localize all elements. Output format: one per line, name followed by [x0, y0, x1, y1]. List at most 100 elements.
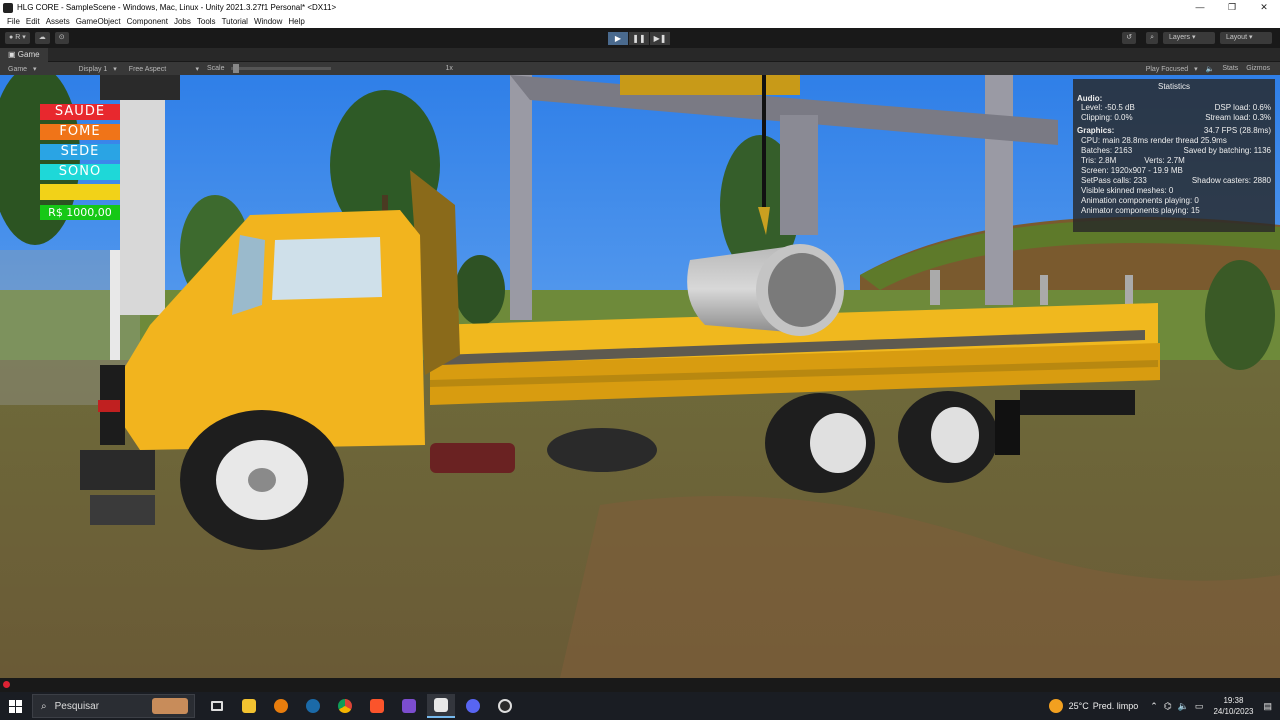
verts-stat: Verts: 2.7M — [1144, 156, 1185, 165]
weather-temp[interactable]: 25°C — [1069, 701, 1089, 711]
layout-dropdown[interactable]: Layout ▾ — [1220, 32, 1272, 44]
animator-components-stat: Animator components playing: 15 — [1081, 206, 1200, 215]
error-icon[interactable] — [3, 681, 10, 688]
taskbar-apps — [203, 694, 519, 718]
main-toolbar: ● R ▾ ☁ ⊙ ▶ ❚❚ ▶❚ ↺ ⌕ Layers ▾ Layout ▾ — [0, 28, 1280, 48]
menu-bar: File Edit Assets GameObject Component Jo… — [0, 15, 1280, 28]
setpass-row: SetPass calls: 233 Shadow casters: 2880 — [1077, 176, 1271, 186]
search-icon: ⌕ — [41, 700, 47, 712]
game-tab-strip: ▣ Game — [0, 47, 1280, 62]
network-icon[interactable]: ⌬ — [1164, 701, 1172, 712]
unity-icon[interactable] — [427, 694, 455, 718]
obs-icon[interactable] — [491, 694, 519, 718]
search-highlight-icon — [152, 698, 188, 714]
money-display: R$ 1000,00 — [40, 205, 120, 220]
menu-jobs[interactable]: Jobs — [171, 17, 194, 26]
search-placeholder: Pesquisar — [54, 700, 100, 712]
windows-taskbar: ⌕ Pesquisar 25°C Pred. limpo ⌃ ⌬ 🔈 ▭ 19:… — [0, 692, 1280, 720]
clock-time: 19:38 — [1223, 696, 1244, 705]
layers-label: Layers — [1169, 34, 1191, 41]
maximize-button[interactable]: ❐ — [1216, 0, 1248, 15]
hunger-bar: FOME — [40, 124, 120, 140]
audio-level: Level: -50.5 dB — [1081, 103, 1135, 112]
menu-window[interactable]: Window — [251, 17, 285, 26]
scale-label: Scale — [206, 65, 225, 72]
play-focused-dropdown[interactable]: Play Focused ▾ — [1138, 65, 1202, 73]
brave-icon[interactable] — [363, 694, 391, 718]
taskbar-search[interactable]: ⌕ Pesquisar — [32, 694, 195, 718]
player-status-hud: SAUDE FOME SEDE SONO — [40, 104, 120, 200]
dsp-load: DSP load: 0.6% — [1214, 103, 1271, 112]
search-icon[interactable]: ⌕ — [1146, 32, 1158, 44]
unity-status-bar — [0, 678, 1280, 692]
tab-game[interactable]: ▣ Game — [0, 47, 48, 62]
mute-audio-icon[interactable]: 🔈 — [1202, 65, 1219, 73]
unity-app-icon — [3, 2, 13, 13]
audio-row-2: Clipping: 0.0% Stream load: 0.3% — [1077, 113, 1271, 123]
battery-icon[interactable]: ▭ — [1195, 701, 1204, 712]
collab-icon[interactable]: ⊙ — [54, 32, 69, 44]
volume-icon[interactable]: 🔈 — [1178, 701, 1189, 712]
chrome-icon[interactable] — [331, 694, 359, 718]
menu-help[interactable]: Help — [285, 17, 307, 26]
saved-batching-stat: Saved by batching: 1136 — [1183, 146, 1271, 155]
game-mode-label: Game — [8, 65, 28, 73]
close-button[interactable]: ✕ — [1248, 0, 1280, 15]
energy-bar — [40, 184, 120, 200]
display-dropdown[interactable]: Display 1 ▾ — [71, 65, 121, 73]
concrete-pipe — [687, 244, 844, 336]
tris-stat: Tris: 2.8M — [1081, 156, 1117, 165]
weather-icon[interactable] — [1048, 699, 1063, 713]
layers-dropdown[interactable]: Layers ▾ — [1163, 32, 1215, 44]
scale-slider[interactable] — [231, 64, 332, 73]
gizmos-button[interactable]: Gizmos — [1242, 65, 1274, 72]
tab-game-label: Game — [17, 49, 40, 59]
menu-assets[interactable]: Assets — [43, 17, 73, 26]
minimize-button[interactable]: — — [1184, 0, 1216, 15]
weather-desc[interactable]: Pred. limpo — [1093, 701, 1139, 711]
file-explorer-icon[interactable] — [235, 694, 263, 718]
play-controls: ▶ ❚❚ ▶❚ — [608, 32, 670, 45]
fps-value: 34.7 FPS (28.8ms) — [1203, 126, 1271, 135]
menu-edit[interactable]: Edit — [23, 17, 43, 26]
menu-tutorial[interactable]: Tutorial — [219, 17, 251, 26]
step-button[interactable]: ▶❚ — [650, 32, 670, 45]
play-focused-label: Play Focused — [1145, 65, 1189, 73]
history-icon[interactable]: ↺ — [1122, 32, 1137, 44]
toolbar-right: ↺ ⌕ Layers ▾ Layout ▾ — [1117, 32, 1272, 44]
account-button[interactable]: ● R ▾ — [5, 32, 30, 44]
game-viewport[interactable]: SAUDE FOME SEDE SONO R$ 1000,00 Statisti… — [0, 75, 1280, 678]
notifications-icon[interactable]: ▤ — [1263, 701, 1272, 712]
blender-icon[interactable] — [267, 694, 295, 718]
audio-row-1: Level: -50.5 dB DSP load: 0.6% — [1077, 103, 1271, 113]
discord-icon[interactable] — [459, 694, 487, 718]
play-button[interactable]: ▶ — [608, 32, 628, 45]
pause-button[interactable]: ❚❚ — [629, 32, 649, 45]
cloud-icon[interactable]: ☁ — [34, 32, 50, 44]
menu-tools[interactable]: Tools — [194, 17, 219, 26]
stats-button[interactable]: Stats — [1218, 65, 1242, 72]
game-view-controls: Game ▾ Display 1 ▾ Free Aspect ▾ Scale 1… — [0, 62, 1280, 75]
tris-row: Tris: 2.8M Verts: 2.7M — [1077, 156, 1271, 166]
audio-header: Audio: — [1077, 94, 1103, 103]
shadow-casters-stat: Shadow casters: 2880 — [1191, 176, 1271, 185]
window-titlebar: HLG CORE - SampleScene - Windows, Mac, L… — [0, 0, 1280, 15]
task-view-icon[interactable] — [203, 694, 231, 718]
taskbar-clock[interactable]: 19:38 24/10/2023 — [1213, 695, 1253, 717]
visual-studio-icon[interactable] — [395, 694, 423, 718]
start-button[interactable] — [0, 692, 30, 720]
menu-gameobject[interactable]: GameObject — [73, 17, 124, 26]
menu-component[interactable]: Component — [124, 17, 171, 26]
graphics-header: Graphics: — [1077, 126, 1115, 135]
menu-file[interactable]: File — [4, 17, 23, 26]
screen-stat: Screen: 1920x907 - 19.9 MB — [1081, 166, 1183, 175]
setpass-stat: SetPass calls: 233 — [1081, 176, 1147, 185]
window-title: HLG CORE - SampleScene - Windows, Mac, L… — [17, 3, 337, 12]
tray-overflow-icon[interactable]: ⌃ — [1150, 701, 1158, 712]
graphics-row: Graphics: 34.7 FPS (28.8ms) — [1077, 126, 1271, 136]
animation-components-stat: Animation components playing: 0 — [1081, 196, 1199, 205]
game-mode-dropdown[interactable]: Game ▾ — [0, 65, 41, 73]
statistics-panel: Statistics Audio: Level: -50.5 dB DSP loa… — [1073, 79, 1275, 232]
aspect-dropdown[interactable]: Free Aspect ▾ — [121, 65, 203, 73]
steam-icon[interactable] — [299, 694, 327, 718]
